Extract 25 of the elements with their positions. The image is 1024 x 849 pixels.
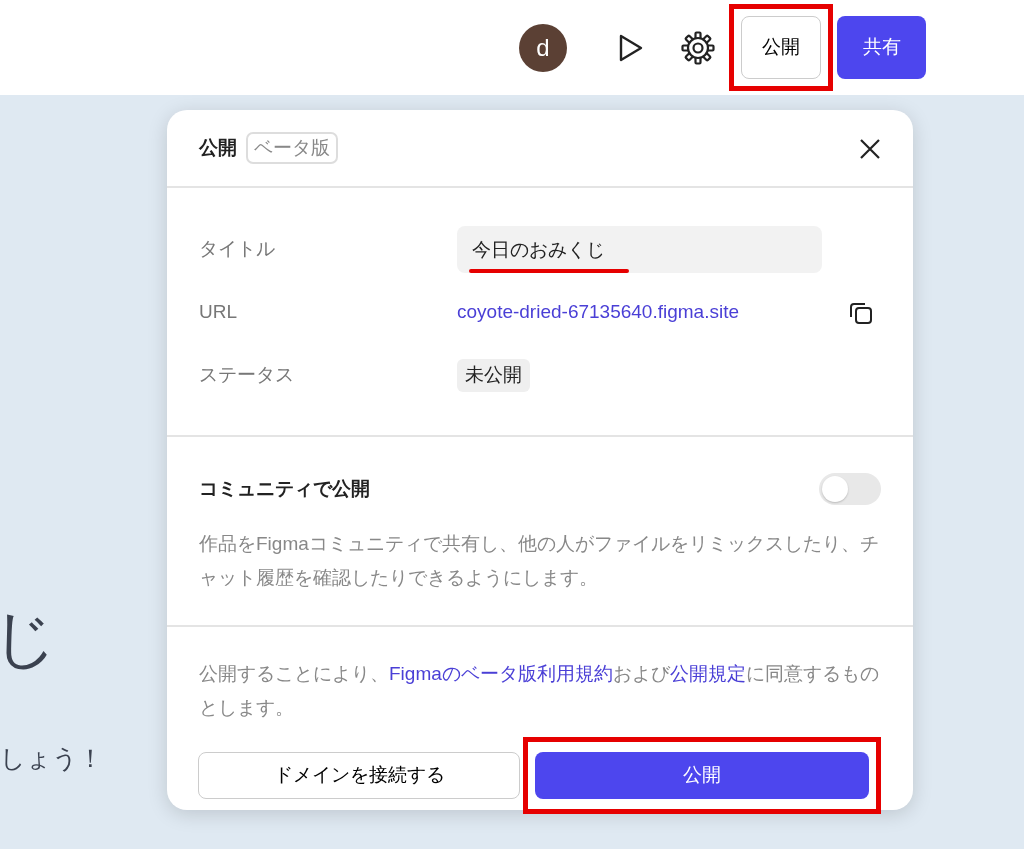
description-text: 作品をFigmaコミュニティで共有し、他の人がファイルをリミックスしたり、チャット履歴を確認したりできるようにします。 xyxy=(199,532,880,590)
connect-domain-button[interactable]: ドメインを接続する xyxy=(198,752,520,799)
copy-icon[interactable] xyxy=(849,301,873,326)
heading-text: じ xyxy=(0,601,58,676)
status-badge: 未公開 xyxy=(457,359,530,392)
close-icon[interactable] xyxy=(859,137,881,160)
settings-icon[interactable] xyxy=(681,30,715,65)
terms-link[interactable]: Figmaのベータ版利用規約 xyxy=(389,663,613,684)
title-field[interactable]: 今日のおみくじ xyxy=(457,226,822,273)
field-label: タイトル xyxy=(199,237,276,262)
beta-badge: ベータ版 xyxy=(246,131,338,165)
body-text: しょう！ xyxy=(0,743,103,774)
user-avatar[interactable]: d xyxy=(519,23,567,72)
section-title: コミュニティで公開 xyxy=(199,476,370,501)
field-label: ステータス xyxy=(199,363,295,388)
play-icon[interactable] xyxy=(617,32,645,63)
url-link[interactable]: coyote-dried-67135640.figma.site xyxy=(457,298,739,327)
publish-button[interactable]: 公開 xyxy=(535,752,869,799)
publish-button[interactable]: 公開 xyxy=(741,16,821,79)
share-button[interactable]: 共有 xyxy=(837,16,926,79)
terms-text: 公開することにより、Figmaのベータ版利用規約および公開規定に同意するものとします。 xyxy=(199,662,880,720)
field-label: URL xyxy=(199,300,238,325)
terms-link[interactable]: 公開規定 xyxy=(669,663,746,684)
community-toggle[interactable] xyxy=(819,473,881,505)
dialog-title: 公開 xyxy=(199,135,237,160)
